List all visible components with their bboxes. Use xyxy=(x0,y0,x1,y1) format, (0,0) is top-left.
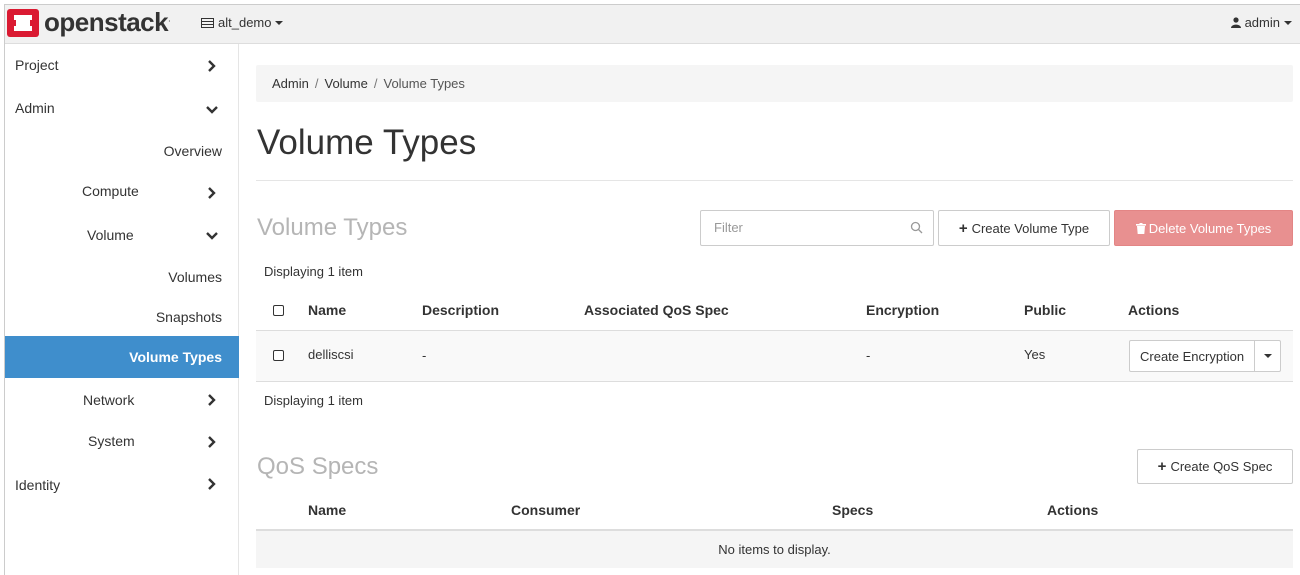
caret-down-icon xyxy=(1263,354,1272,358)
user-name: admin xyxy=(1244,15,1280,30)
caret-down-icon xyxy=(275,20,284,25)
user-menu[interactable]: admin xyxy=(1230,15,1292,30)
server-icon xyxy=(201,17,214,28)
qos-specs-heading: QoS Specs xyxy=(257,453,379,480)
chevron-right-icon[interactable] xyxy=(202,390,222,410)
filter-placeholder: Filter xyxy=(714,220,743,235)
sidebar-item-identity[interactable]: Identity xyxy=(15,477,60,493)
cell-public: Yes xyxy=(1024,347,1046,362)
project-selector[interactable]: alt_demo xyxy=(201,15,284,30)
create-volume-type-label: Create Volume Type xyxy=(971,220,1090,236)
sidebar-item-snapshots[interactable]: Snapshots xyxy=(156,309,222,325)
sidebar-item-admin[interactable]: Admin xyxy=(15,100,55,116)
cell-name[interactable]: delliscsi xyxy=(308,347,354,362)
create-encryption-button[interactable]: Create Encryption xyxy=(1129,340,1256,372)
breadcrumb-separator: / xyxy=(373,76,378,91)
trash-icon xyxy=(1135,222,1146,234)
caret-down-icon xyxy=(1284,20,1292,25)
sidebar-item-network[interactable]: Network xyxy=(83,392,134,408)
delete-volume-types-label: Delete Volume Types xyxy=(1148,220,1272,236)
item-count-top: Displaying 1 item xyxy=(264,264,363,279)
plus-icon: + xyxy=(1157,458,1167,475)
sidebar-item-compute[interactable]: Compute xyxy=(82,183,139,199)
sidebar: Project Admin Overview Compute Volume Vo… xyxy=(5,44,239,575)
column-header-encryption[interactable]: Encryption xyxy=(866,302,939,318)
qos-column-header-consumer[interactable]: Consumer xyxy=(511,502,580,518)
row-checkbox[interactable] xyxy=(273,350,284,361)
breadcrumb: Admin / Volume / Volume Types xyxy=(256,65,1293,102)
chevron-right-icon[interactable] xyxy=(202,432,222,452)
create-volume-type-button[interactable]: + Create Volume Type xyxy=(938,210,1110,246)
cell-encryption: - xyxy=(866,348,871,363)
qos-column-header-name[interactable]: Name xyxy=(308,502,346,518)
chevron-down-icon[interactable] xyxy=(202,100,222,120)
create-qos-spec-label: Create QoS Spec xyxy=(1170,459,1273,474)
create-qos-spec-button[interactable]: + Create QoS Spec xyxy=(1137,449,1293,484)
project-name: alt_demo xyxy=(218,15,272,30)
breadcrumb-volume[interactable]: Volume xyxy=(324,76,367,91)
sidebar-item-overview[interactable]: Overview xyxy=(164,143,222,159)
openstack-logo[interactable]: openstack. xyxy=(7,6,171,38)
top-navbar: openstack. alt_demo admin xyxy=(5,5,1300,44)
qos-column-header-actions: Actions xyxy=(1047,502,1099,518)
sidebar-item-volumes[interactable]: Volumes xyxy=(168,269,222,285)
breadcrumb-admin[interactable]: Admin xyxy=(272,76,309,91)
column-header-actions: Actions xyxy=(1128,302,1180,318)
select-all-checkbox[interactable] xyxy=(273,305,284,316)
breadcrumb-separator: / xyxy=(314,76,319,91)
sidebar-item-project[interactable]: Project xyxy=(15,57,59,73)
chevron-right-icon[interactable] xyxy=(202,56,222,76)
volume-types-heading: Volume Types xyxy=(257,214,408,241)
page-title: Volume Types xyxy=(257,123,477,162)
delete-volume-types-button[interactable]: Delete Volume Types xyxy=(1114,210,1293,246)
column-header-qos[interactable]: Associated QoS Spec xyxy=(584,302,729,318)
qos-empty-row: No items to display. xyxy=(256,531,1293,568)
qos-column-header-specs[interactable]: Specs xyxy=(832,502,873,518)
column-header-public[interactable]: Public xyxy=(1024,302,1066,318)
chevron-right-icon[interactable] xyxy=(202,183,222,203)
column-header-description[interactable]: Description xyxy=(422,302,499,318)
item-count-bottom: Displaying 1 item xyxy=(264,393,363,408)
brand-name: openstack. xyxy=(44,6,171,37)
breadcrumb-current: Volume Types xyxy=(383,76,465,91)
column-header-name[interactable]: Name xyxy=(308,302,346,318)
chevron-down-icon[interactable] xyxy=(202,226,222,246)
chevron-right-icon[interactable] xyxy=(202,474,222,494)
title-divider xyxy=(256,180,1293,181)
sidebar-item-volume-types[interactable]: Volume Types xyxy=(129,349,222,365)
sidebar-item-volume[interactable]: Volume xyxy=(87,227,134,243)
plus-icon: + xyxy=(958,219,968,237)
filter-input[interactable]: Filter xyxy=(700,210,934,246)
row-actions-split-button: Create Encryption xyxy=(1129,340,1282,372)
user-icon xyxy=(1230,17,1241,28)
cell-description: - xyxy=(422,348,427,363)
openstack-logo-icon xyxy=(7,9,39,37)
sidebar-item-system[interactable]: System xyxy=(88,433,135,449)
row-actions-dropdown-toggle[interactable] xyxy=(1255,340,1282,372)
search-icon[interactable] xyxy=(910,221,923,234)
